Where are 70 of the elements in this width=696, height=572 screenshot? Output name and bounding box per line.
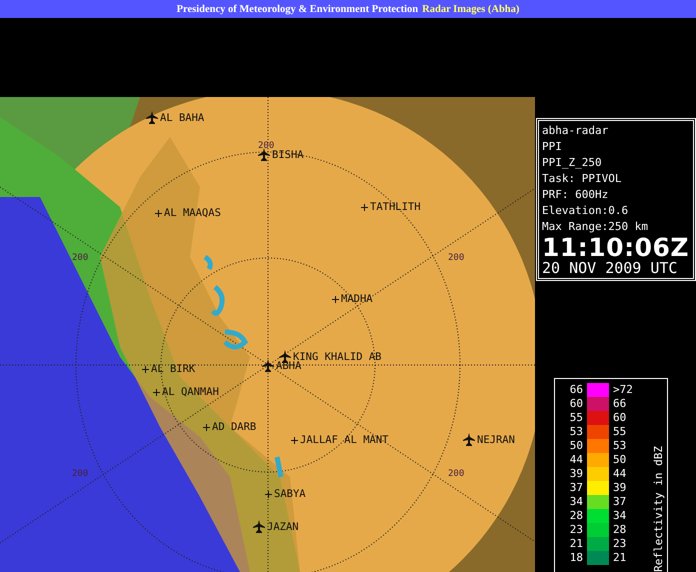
- legend-value: 53: [568, 425, 583, 439]
- legend-value: >72: [613, 383, 634, 397]
- legend-value: 23: [568, 523, 583, 537]
- legend-value: 66: [568, 383, 583, 397]
- range-ring-label: 200: [72, 253, 88, 263]
- range-ring-label: 200: [448, 253, 464, 263]
- airplane-icon: [253, 520, 265, 533]
- place-label: AL QANMAH: [162, 386, 219, 398]
- info-line: abha-radar: [542, 123, 610, 139]
- legend-value: 37: [613, 495, 628, 509]
- town-marker-icon: [361, 204, 368, 210]
- legend-value: 23: [613, 537, 628, 551]
- place-label: SABYA: [274, 488, 306, 500]
- legend-value: 39: [568, 467, 583, 481]
- info-line: Task: PPIVOL: [542, 171, 622, 187]
- legend-value: 37: [568, 481, 583, 495]
- place-label: AL BAHA: [160, 112, 204, 124]
- legend-title: Reflectivity in dBZ: [652, 446, 665, 572]
- header-title: Presidency of Meteorology & Environment Protection: [176, 4, 418, 14]
- airplane-icon: [279, 350, 291, 363]
- airplane-icon: [146, 111, 158, 124]
- place-label: AL BIRK: [151, 363, 196, 375]
- place-label: TATHLITH: [370, 201, 421, 213]
- legend-value: 60: [568, 397, 583, 411]
- place-label: AD DARB: [212, 421, 256, 433]
- legend-value: 44: [613, 467, 628, 481]
- town-marker-icon: [142, 366, 149, 372]
- legend-value: 28: [613, 523, 628, 537]
- legend-value: 39: [613, 481, 628, 495]
- place-label: BISHA: [272, 148, 304, 160]
- info-line: Max Range:250 km: [542, 219, 649, 235]
- range-ring-label: 200: [72, 469, 88, 479]
- legend-value: 21: [568, 537, 583, 551]
- place-label: MADHA: [341, 293, 373, 305]
- place-label: NEJRAN: [477, 434, 515, 446]
- town-marker-icon: [155, 210, 162, 216]
- scan-date: 20 NOV 2009 UTC: [542, 260, 678, 277]
- scan-time: 11:10:06Z: [542, 235, 690, 260]
- info-line: PPI_Z_250: [542, 155, 603, 171]
- town-marker-icon: [153, 388, 160, 396]
- place-label: JAZAN: [267, 520, 299, 532]
- header-subtitle: Radar Images (Abha): [422, 4, 520, 14]
- legend-value: 21: [613, 551, 628, 565]
- legend-value: 66: [613, 397, 628, 411]
- info-line: PRF: 600Hz: [542, 187, 610, 203]
- range-ring-label: 200: [258, 141, 274, 151]
- legend-value: 44: [568, 453, 583, 467]
- legend-value: 60: [613, 411, 628, 425]
- town-marker-icon: [265, 490, 272, 498]
- place-label: JALLAF AL MANT: [300, 434, 389, 446]
- info-line: PPI: [542, 139, 563, 155]
- airplane-icon: [258, 148, 270, 161]
- legend-value: 53: [613, 439, 628, 453]
- legend-value: 34: [568, 495, 583, 509]
- info-line: Elevation:0.6: [542, 203, 630, 219]
- range-ring-label: 200: [448, 469, 464, 479]
- place-label: AL MAAQAS: [164, 207, 221, 219]
- town-marker-icon: [332, 296, 339, 302]
- legend-value: 34: [613, 509, 628, 523]
- legend-value: 18: [568, 551, 583, 565]
- town-marker-icon: [203, 424, 210, 430]
- legend-value: 50: [613, 453, 628, 467]
- legend-value: 50: [568, 439, 583, 453]
- place-label: KING KHALID AB: [293, 350, 382, 362]
- town-marker-icon: [291, 436, 298, 444]
- legend-value: 55: [568, 411, 583, 425]
- legend-value: 28: [568, 509, 583, 523]
- airplane-icon: [463, 433, 475, 446]
- legend-value: 55: [613, 425, 628, 439]
- airplane-icon: [262, 359, 274, 372]
